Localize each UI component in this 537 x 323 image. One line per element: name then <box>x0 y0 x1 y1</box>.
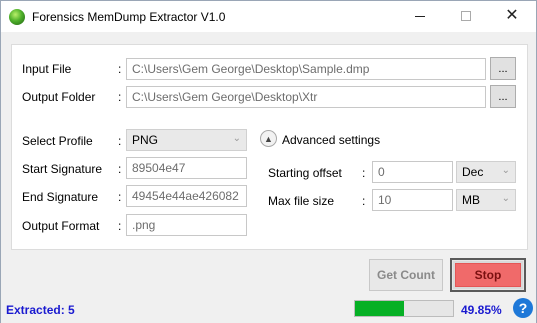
end-signature-label: End Signature <box>22 190 99 204</box>
advanced-settings-toggle[interactable]: ▲ <box>260 130 277 147</box>
end-signature-field[interactable]: 49454e44ae426082 <box>126 185 247 207</box>
output-folder-field[interactable]: C:\Users\Gem George\Desktop\Xtr <box>126 86 486 108</box>
settings-panel: Input File : C:\Users\Gem George\Desktop… <box>11 44 528 250</box>
progress-fill <box>355 301 404 316</box>
close-button[interactable]: ✕ <box>489 1 535 31</box>
maximize-button[interactable] <box>443 1 489 31</box>
start-signature-label: Start Signature <box>22 162 103 176</box>
get-count-button[interactable]: Get Count <box>369 259 443 291</box>
select-profile-label: Select Profile <box>22 134 93 148</box>
colon: : <box>362 166 366 180</box>
start-signature-field[interactable]: 89504e47 <box>126 157 247 179</box>
colon: : <box>118 90 122 104</box>
help-icon[interactable]: ? <box>513 298 533 318</box>
colon: : <box>118 190 122 204</box>
output-folder-label: Output Folder <box>22 90 96 104</box>
chevron-up-icon: ▲ <box>264 133 273 144</box>
advanced-settings-label[interactable]: Advanced settings <box>282 133 380 147</box>
offset-unit-value: Dec <box>462 165 484 179</box>
max-file-size-label: Max file size <box>268 194 335 208</box>
colon: : <box>118 162 122 176</box>
output-format-field[interactable]: .png <box>126 214 247 236</box>
stop-button-label: Stop <box>455 263 521 287</box>
window-title: Forensics MemDump Extractor V1.0 <box>32 10 226 24</box>
title-bar: Forensics MemDump Extractor V1.0 ✕ <box>1 1 536 32</box>
size-unit-dropdown[interactable]: MB ⌄ <box>456 189 516 211</box>
starting-offset-field[interactable]: 0 <box>372 161 453 183</box>
minimize-button[interactable] <box>397 1 443 31</box>
chevron-down-icon: ⌄ <box>232 133 241 144</box>
maximize-icon <box>461 11 471 21</box>
offset-unit-dropdown[interactable]: Dec ⌄ <box>456 161 516 183</box>
profile-dropdown-value: PNG <box>132 133 159 147</box>
input-file-field[interactable]: C:\Users\Gem George\Desktop\Sample.dmp <box>126 58 486 80</box>
input-file-label: Input File <box>22 62 72 76</box>
size-unit-value: MB <box>462 193 480 207</box>
chevron-down-icon: ⌄ <box>501 193 510 204</box>
input-browse-button[interactable]: ... <box>490 57 516 80</box>
progress-percent: 49.85% <box>461 303 502 317</box>
colon: : <box>118 62 122 76</box>
colon: : <box>118 219 122 233</box>
chevron-down-icon: ⌄ <box>501 165 510 176</box>
close-icon: ✕ <box>505 7 519 24</box>
profile-dropdown[interactable]: PNG ⌄ <box>126 129 247 151</box>
minimize-icon <box>415 15 425 17</box>
output-browse-button[interactable]: ... <box>490 85 516 108</box>
colon: : <box>362 194 366 208</box>
starting-offset-label: Starting offset <box>268 166 342 180</box>
app-icon <box>9 9 25 25</box>
app-window: Forensics MemDump Extractor V1.0 ✕ Input… <box>0 0 537 323</box>
client-area: Input File : C:\Users\Gem George\Desktop… <box>1 32 536 323</box>
output-format-label: Output Format <box>22 219 100 233</box>
max-file-size-field[interactable]: 10 <box>372 189 453 211</box>
extracted-count: Extracted: 5 <box>6 303 75 317</box>
progress-bar <box>354 300 454 317</box>
stop-button[interactable]: Stop <box>450 258 526 292</box>
colon: : <box>118 134 122 148</box>
